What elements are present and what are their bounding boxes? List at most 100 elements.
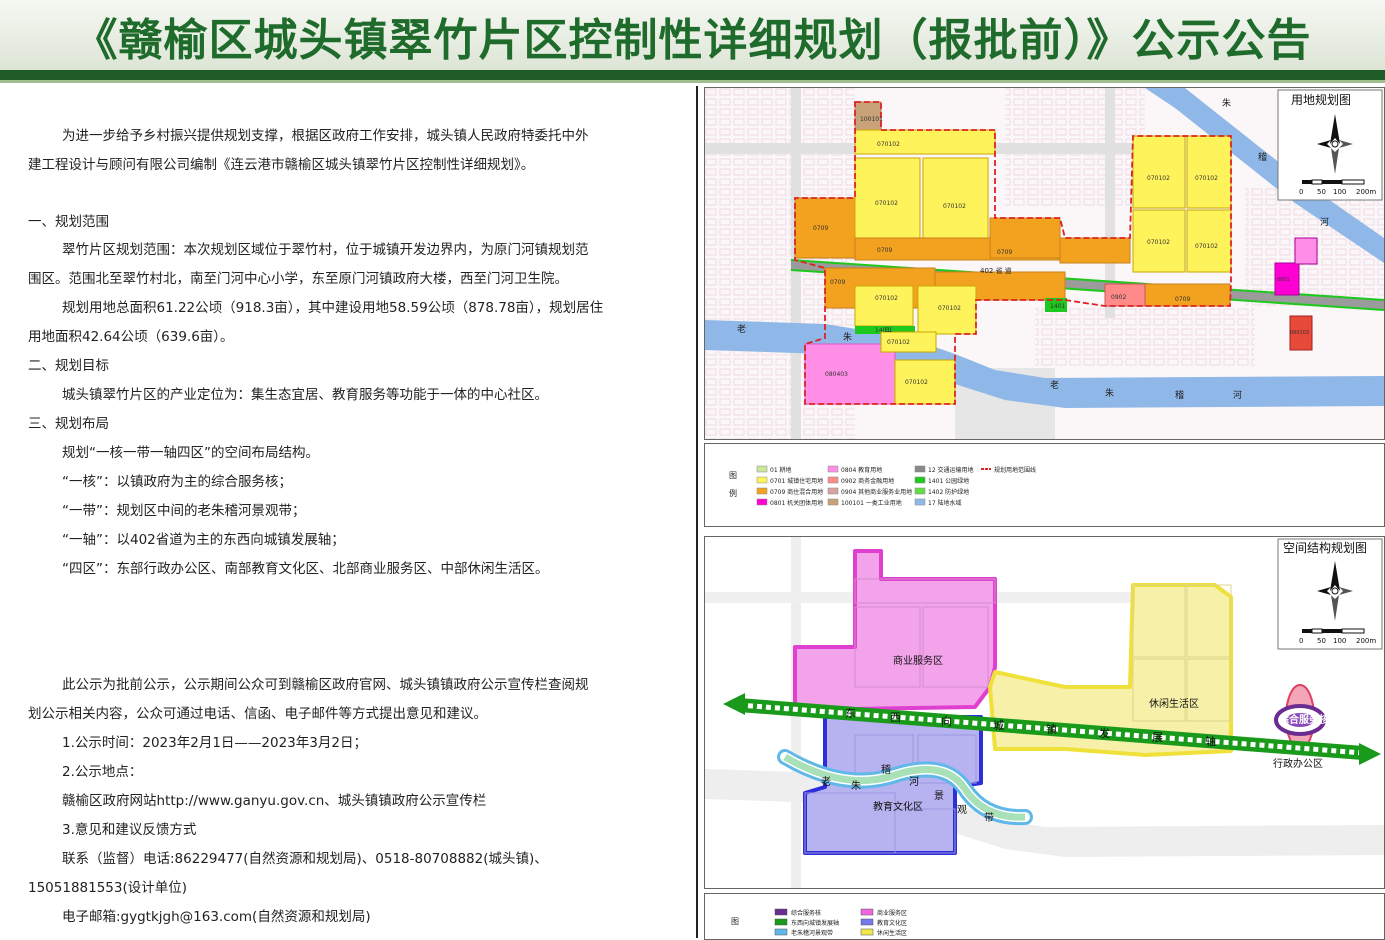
contact-line-2: 15051881553(设计单位) [28,880,188,896]
zone-education-label: 教育文化区 [873,800,923,813]
section1-heading: 一、规划范围 [28,214,109,230]
legend1-label: 0904 其他商业服务业用地 [841,488,912,496]
code-070102-school-n: 070102 [887,339,910,346]
parcel-080403 [804,343,896,405]
zone-admin-label: 行政办公区 [1273,757,1323,770]
legend1-heading-1: 图 [729,471,737,480]
zone-business-label: 商业服务区 [893,654,943,667]
column-divider [696,86,698,938]
legend1-label: 100101 一类工业用地 [841,499,902,507]
parcel-070102-e4 [1186,209,1232,273]
river-south-char-3: 稽 [1175,389,1184,401]
legend1-label: 1401 公园绿地 [928,477,969,485]
axis-line: “一轴”：以402省道为主的东西向城镇发展轴； [62,532,345,548]
code-070102-school-e: 070102 [905,379,928,386]
notice-text-column: 为进一步给予乡村振兴提供规划支撑，根据区政府工作安排，城头镇人民政府特委托中外 … [0,86,696,938]
legend1-swatch [914,476,926,484]
belt-line: “一带”：规划区中间的老朱稽河景观带； [62,503,306,519]
legend1-swatch [827,476,839,484]
zones-line: “四区”：东部行政办公区、南部教育文化区、北部商业服务区、中部休闲生活区。 [62,561,549,577]
river-west-char-1: 老 [737,323,746,335]
river-north-char-2: 稽 [1258,151,1267,163]
contact-line-1: 联系（监督）电话:86229477(自然资源和规划局)、0518-8070888… [62,851,548,867]
code-070102-e4: 070102 [1195,243,1218,250]
layout-line: 规划“一核一带一轴四区”的空间布局结构。 [62,445,319,461]
area-line-2: 用地面积42.64公顷（639.6亩）。 [28,329,234,345]
email-line: 电子邮箱:gygtkjgh@163.com(自然资源和规划局) [62,909,371,925]
legend1-label: 0701 城镇住宅用地 [770,477,823,485]
intro-line-2: 建工程设计与顾问有限公司编制《连云港市赣榆区城头镇翠竹片区控制性详细规划》。 [28,157,535,173]
legend2-swatch [860,908,874,916]
code-070102-b: 070102 [943,203,966,210]
road-402-label: 402 省 道 [980,266,1012,275]
map2-scale-200: 200m [1356,637,1376,645]
feedback-label: 3.意见和建议反馈方式 [62,822,197,838]
legend2-label: 商业服务区 [877,909,907,917]
river-south-char-1: 老 [1050,379,1059,391]
legend2-label: 休闲生活区 [877,929,907,937]
belt-char-3: 稽 [881,763,891,776]
code-090103: 090103 [1290,330,1309,336]
river-west-char-2: 朱 [843,331,852,343]
code-080403: 080403 [825,371,848,378]
map1-scale-200: 200m [1356,188,1376,196]
legend2-label: 老朱稽河景观带 [791,929,833,937]
code-e1: E1 [885,327,893,334]
map1-scale-0: 0 [1299,188,1303,196]
legend1-swatch [756,498,768,506]
axis-char-4: 城 [993,719,1004,732]
belt-char-2: 朱 [851,780,861,792]
section2-heading: 二、规划目标 [28,358,109,374]
legend1-label: 0801 机关团体用地 [770,499,823,507]
map1-scale-50: 50 [1317,188,1326,196]
intro-line-1: 为进一步给予乡村振兴提供规划支撑，根据区政府工作安排，城头镇人民政府特委托中外 [62,128,589,144]
river-south-char-4: 河 [1233,389,1242,401]
parcel-070102-e2 [1186,135,1232,209]
legend1-swatch [914,465,926,473]
map1-scale-bar [1302,179,1365,185]
river-south-char-2: 朱 [1105,387,1114,399]
publicity-line-2: 划公示相关内容，公众可通过电话、信函、电子邮件等方式提出意见和建议。 [28,706,487,722]
parcel-0801-b [1294,237,1318,265]
code-0709-south: 0709 [830,279,845,286]
structure-legend: 图 综合服务核 东西向城镇发展轴 老朱稽河景观带 商业服务区 教育文化区 休闲生活区 [704,893,1385,940]
legend1-swatch [756,465,768,473]
code-0801: 0801 [1277,277,1290,283]
core-label: 综合服务核 [1279,713,1329,726]
zone-leisure-label: 休闲生活区 [1149,697,1199,710]
urban-texture-south [1035,308,1255,368]
code-070102-e1: 070102 [1147,175,1170,182]
axis-char-2: 西 [890,711,901,724]
axis-char-8: 轴 [1205,734,1216,748]
legend2-swatch [774,928,788,936]
spatial-structure-map: 东 西 向 城 镇 发 展 轴 老 朱 稽 河 景 观 带 商业服务区 休闲生活… [704,536,1385,889]
map2-scale-100: 100 [1333,637,1346,645]
code-100101: 100101 [860,116,883,123]
spatial-structure-map-svg: 东 西 向 城 镇 发 展 轴 老 朱 稽 河 景 观 带 商业服务区 休闲生活… [705,537,1384,888]
legend1-items: 01 耕地 0701 城镇住宅用地 0709 商住混合用地 0801 机关团体用地 08… [756,465,1036,507]
code-0902: 0902 [1111,294,1126,301]
legend1-swatch [756,476,768,484]
parcel-070102-south [854,285,914,327]
core-line: “一核”：以镇政府为主的综合服务核； [62,474,292,490]
legend1-swatch [827,498,839,506]
legend1-label: 01 耕地 [770,466,792,474]
legend2-label: 教育文化区 [877,919,907,927]
goal-line: 城头镇翠竹片区的产业定位为：集生态宜居、教育服务等功能于一体的中心社区。 [62,387,548,403]
code-070102-south: 070102 [875,295,898,302]
land-use-map: 402 省 道 朱 稽 河 老 朱 老 朱 稽 河 100101 070102 … [704,87,1385,440]
legend2-label: 东西向城镇发展轴 [791,919,839,927]
header-banner: 《赣榆区城头镇翠竹片区控制性详细规划（报批前）》公示公告 [0,0,1385,70]
legend1-swatch [914,498,926,506]
code-0709-strip: 0709 [877,247,892,254]
code-070102-a: 070102 [875,200,898,207]
legend2-swatch [860,928,874,936]
map2-title: 空间结构规划图 [1283,540,1367,555]
axis-char-6: 发 [1099,726,1110,740]
legend1-label: 规划用地范围线 [994,466,1036,474]
legend1-swatch [827,487,839,495]
legend1-label: 17 陆地水域 [928,499,962,507]
legend1-label: 1402 防护绿地 [928,488,969,496]
belt-char-6: 观 [957,804,967,816]
axis-char-1: 东 [845,707,856,720]
